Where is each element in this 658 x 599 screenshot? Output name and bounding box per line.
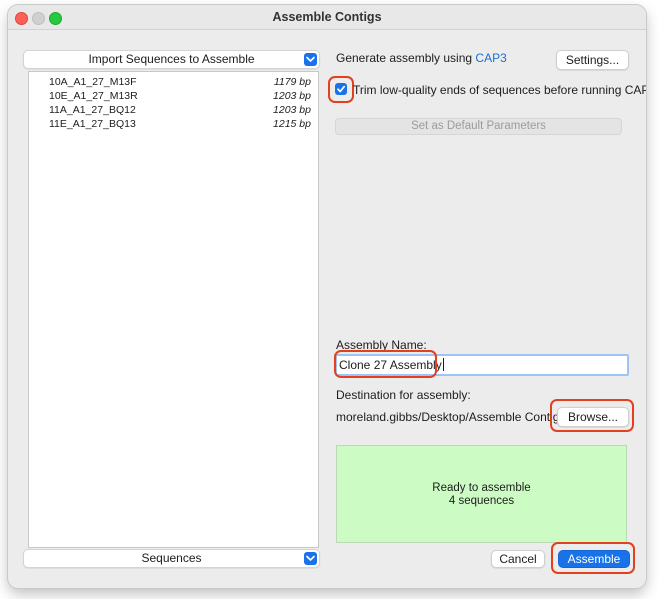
chevron-updown-icon xyxy=(304,552,317,565)
generate-assembly-label: Generate assembly using CAP3 xyxy=(336,51,507,65)
status-line-ready: Ready to assemble xyxy=(432,482,531,494)
sequence-list[interactable]: 10A_A1_27_M13F 1179 bp 10E_A1_27_M13R 12… xyxy=(28,71,319,548)
list-item[interactable]: 10A_A1_27_M13F 1179 bp xyxy=(29,75,318,89)
text-caret xyxy=(442,358,444,371)
sequence-name: 10A_A1_27_M13F xyxy=(49,76,137,88)
assembly-name-value: Clone 27 Assembly xyxy=(339,358,442,372)
browse-button[interactable]: Browse... xyxy=(557,407,629,427)
status-panel: Ready to assemble 4 sequences xyxy=(336,445,627,543)
import-sequences-label: Import Sequences to Assemble xyxy=(88,52,255,66)
sequence-length: 1179 bp xyxy=(273,76,311,88)
view-mode-label: Sequences xyxy=(141,551,202,565)
destination-label: Destination for assembly: xyxy=(336,388,471,402)
list-item[interactable]: 11A_A1_27_BQ12 1203 bp xyxy=(29,103,318,117)
sequence-length: 1215 bp xyxy=(273,118,311,130)
assembler-link[interactable]: CAP3 xyxy=(475,51,506,65)
set-default-parameters-button[interactable]: Set as Default Parameters xyxy=(335,118,622,135)
title-bar: Assemble Contigs xyxy=(8,5,646,30)
assemble-contigs-window: Assemble Contigs Import Sequences to Ass… xyxy=(8,5,646,588)
import-sequences-popup[interactable]: Import Sequences to Assemble xyxy=(23,50,320,69)
sequence-name: 11E_A1_27_BQ13 xyxy=(49,118,136,130)
settings-button[interactable]: Settings... xyxy=(556,50,629,70)
assembly-name-input[interactable]: Clone 27 Assembly xyxy=(335,354,629,376)
destination-path: moreland.gibbs/Desktop/Assemble Contigs/ xyxy=(336,410,569,424)
trim-checkbox[interactable] xyxy=(335,83,347,95)
assembly-name-label: Assembly Name: xyxy=(336,338,427,352)
sequence-length: 1203 bp xyxy=(273,104,311,116)
chevron-updown-icon xyxy=(304,53,317,66)
sequence-length: 1203 bp xyxy=(273,90,311,102)
sequence-name: 10E_A1_27_M13R xyxy=(49,90,138,102)
list-item[interactable]: 11E_A1_27_BQ13 1215 bp xyxy=(29,117,318,131)
sequence-name: 11A_A1_27_BQ12 xyxy=(49,104,136,116)
status-line-count: 4 sequences xyxy=(448,495,515,507)
cancel-button[interactable]: Cancel xyxy=(491,550,545,568)
view-mode-popup[interactable]: Sequences xyxy=(23,549,320,568)
assemble-button[interactable]: Assemble xyxy=(558,550,630,568)
window-title: Assemble Contigs xyxy=(272,10,382,24)
trim-label[interactable]: Trim low-quality ends of sequences befor… xyxy=(353,83,646,97)
list-item[interactable]: 10E_A1_27_M13R 1203 bp xyxy=(29,89,318,103)
